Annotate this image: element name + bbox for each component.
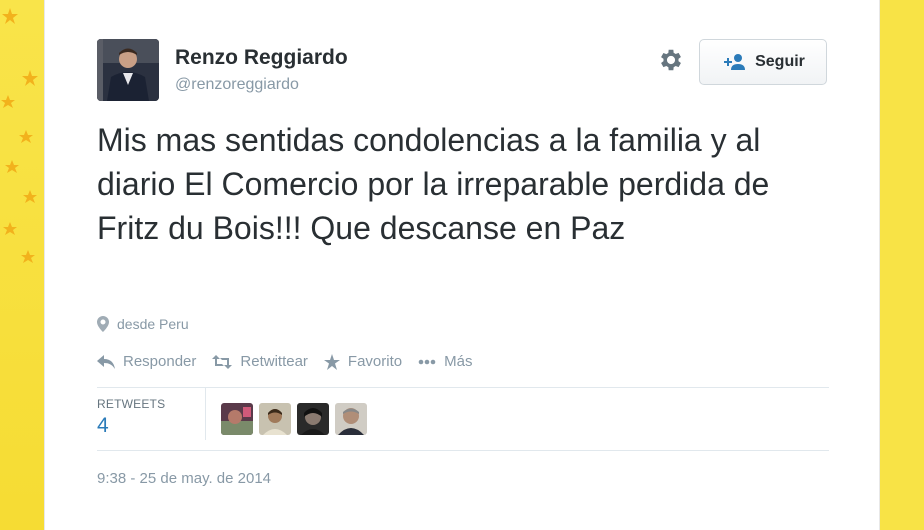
reply-label: Responder <box>123 353 197 370</box>
avatar[interactable] <box>97 39 159 101</box>
reply-button[interactable]: Responder <box>97 353 196 370</box>
location-pin-icon <box>97 316 109 332</box>
follow-button[interactable]: Seguir <box>699 39 827 85</box>
reply-icon <box>97 354 115 369</box>
tweet-card: Renzo Reggiardo @renzoreggiardo Seguir M… <box>44 0 880 530</box>
retweet-label: Retwittear <box>240 353 308 370</box>
follow-label: Seguir <box>755 53 805 70</box>
more-label: Más <box>444 353 473 370</box>
tweet-text: Mis mas sentidas condolencias a la famil… <box>97 122 770 246</box>
tweet-actions: Responder Retwittear Favorito Más <box>97 353 488 370</box>
retweeter-avatar[interactable] <box>335 403 367 435</box>
stats-divider-top <box>97 387 829 388</box>
more-button[interactable]: Más <box>418 353 472 370</box>
retweeter-avatar[interactable] <box>297 403 329 435</box>
star-icon <box>323 353 340 370</box>
retweeter-avatar[interactable] <box>221 403 253 435</box>
page-background-right <box>880 0 924 530</box>
user-handle[interactable]: @renzoreggiardo <box>175 76 299 94</box>
profile-photo <box>97 39 159 101</box>
user-name[interactable]: Renzo Reggiardo <box>175 46 348 70</box>
retweets-label: RETWEETS <box>97 397 166 411</box>
favorite-label: Favorito <box>347 353 403 370</box>
location-label: desde Peru <box>117 316 189 332</box>
retweeter-avatar[interactable] <box>259 403 291 435</box>
stats-separator <box>205 388 206 440</box>
retweet-button[interactable]: Retwittear <box>212 353 308 370</box>
retweets-count[interactable]: 4 <box>97 414 109 438</box>
background-stars-decoration <box>1 8 38 263</box>
more-icon <box>418 359 436 364</box>
stats-divider-bottom <box>97 450 829 451</box>
retweeter-avatars <box>221 403 367 435</box>
retweet-icon <box>212 354 233 369</box>
tweet-location[interactable]: desde Peru <box>97 316 189 332</box>
add-user-icon <box>724 54 746 70</box>
favorite-button[interactable]: Favorito <box>323 353 403 370</box>
gear-icon[interactable] <box>657 46 685 74</box>
tweet-timestamp[interactable]: 9:38 - 25 de may. de 2014 <box>97 470 271 487</box>
